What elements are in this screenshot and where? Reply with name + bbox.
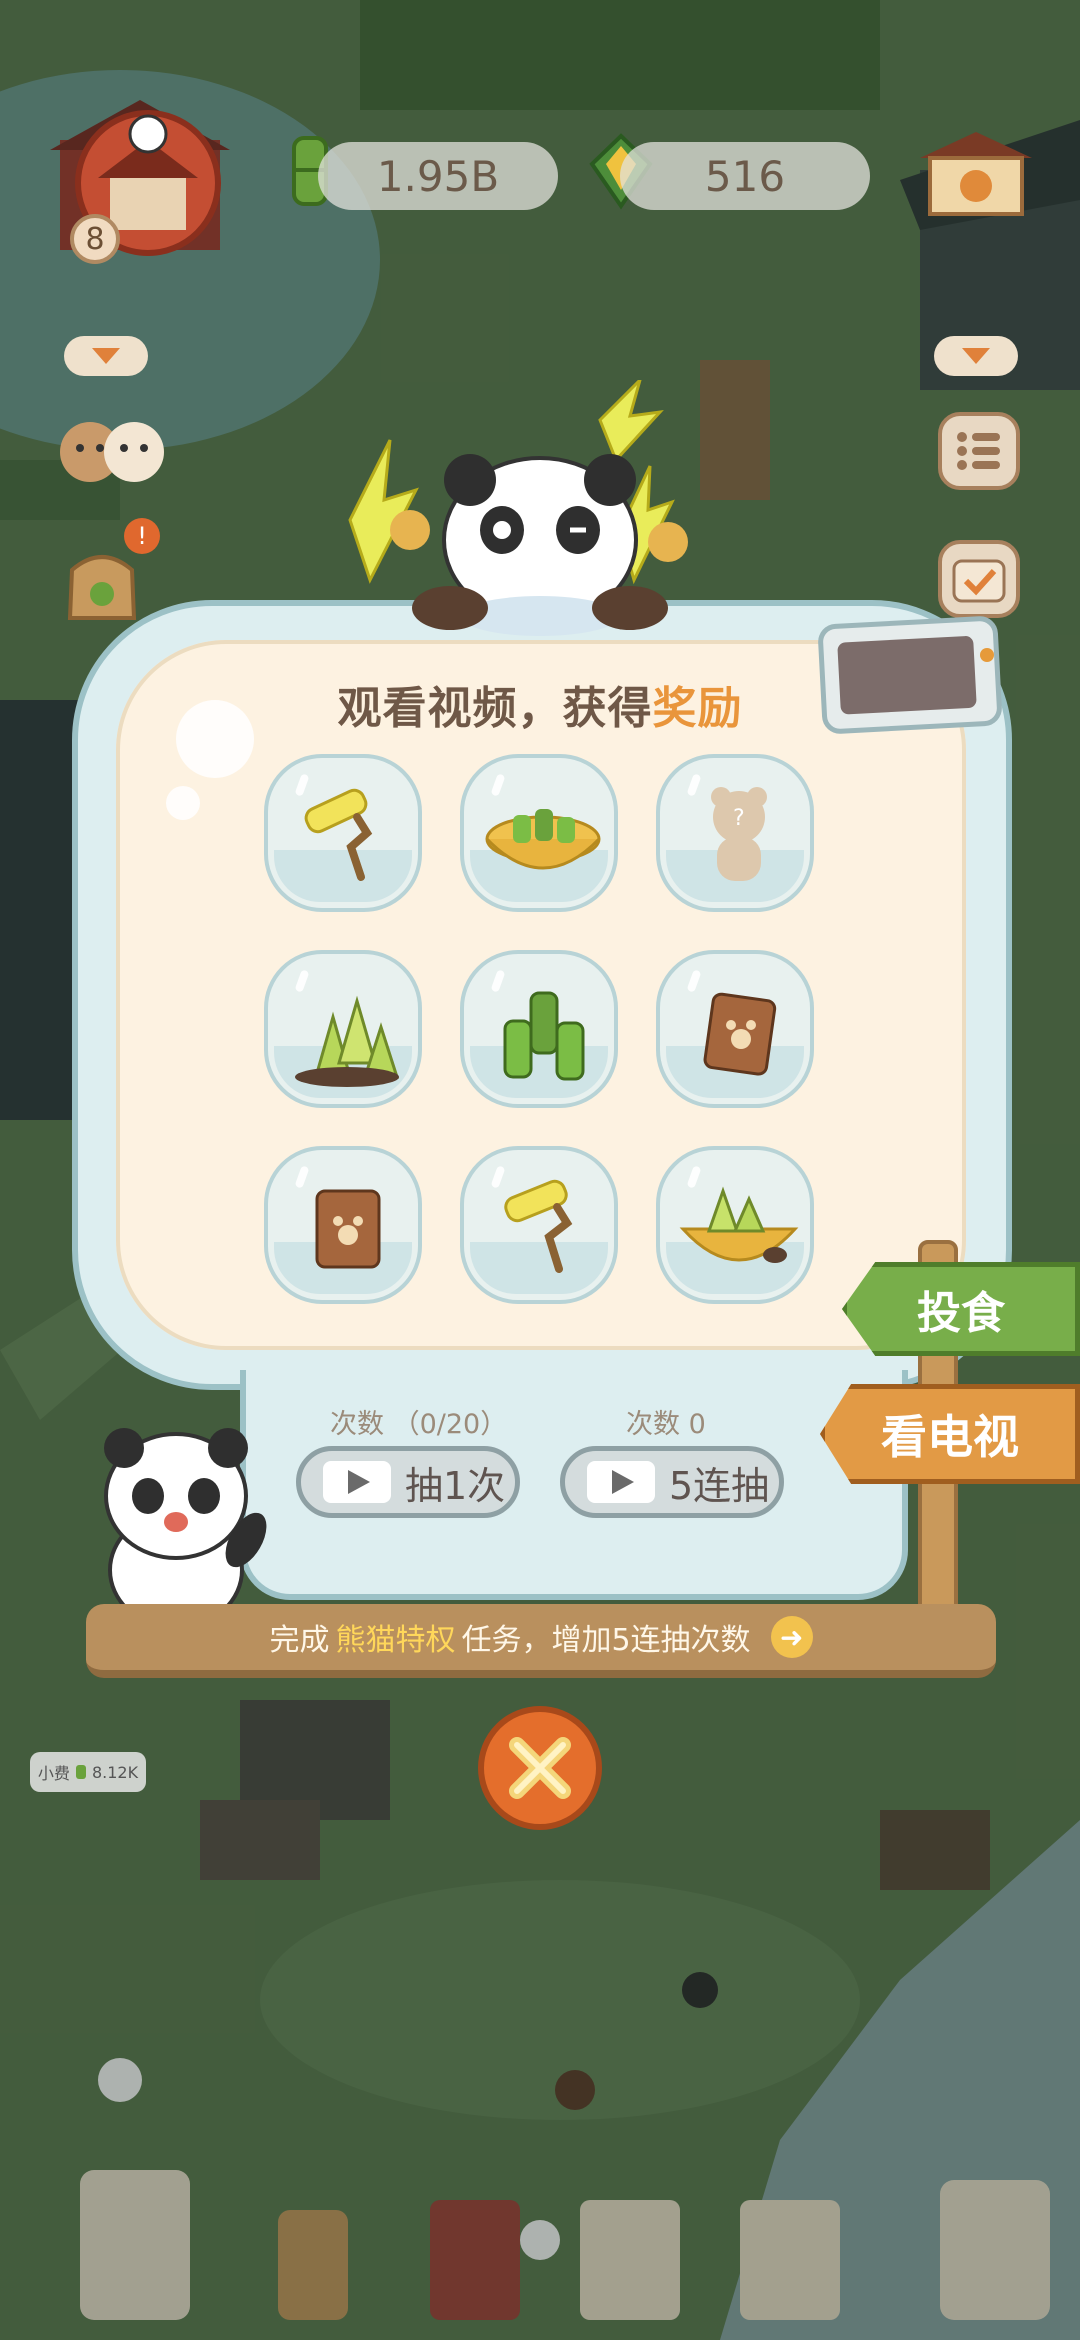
close-icon xyxy=(509,1737,571,1799)
waving-panda xyxy=(96,1410,276,1632)
chevron-down-icon xyxy=(962,348,990,364)
collapse-right-button[interactable] xyxy=(934,336,1018,376)
reward-slot-7 xyxy=(264,1146,422,1304)
alert-badge: ! xyxy=(124,518,160,554)
panel-glare-small xyxy=(166,786,200,820)
draw-once-label: 抽1次 xyxy=(405,1463,506,1508)
bamboo-logs-icon xyxy=(503,991,585,1081)
seed-bag-icon[interactable] xyxy=(62,540,142,624)
feed-sign-button[interactable]: 投食 xyxy=(842,1262,1080,1356)
bear-friends-icon[interactable] xyxy=(56,412,166,488)
menu-book-icon xyxy=(315,1189,381,1269)
banner-prefix: 完成 xyxy=(269,1623,330,1658)
list-icon xyxy=(957,432,1000,470)
video-play-icon xyxy=(323,1461,391,1503)
mystery-bear-icon: ? xyxy=(711,787,767,881)
bamboo-shoots-icon xyxy=(295,995,400,1087)
calendar-check-icon xyxy=(952,559,1006,603)
draw-five-label: 5连抽 xyxy=(669,1463,770,1508)
tip-text: 小费 xyxy=(37,1764,70,1783)
panel-title-highlight: 奖励 xyxy=(652,683,743,734)
reward-slot-6 xyxy=(656,950,814,1108)
panel-title-text: 观看视频，获得 xyxy=(337,683,653,734)
multi-draw-count: 次数 0 xyxy=(626,1409,706,1440)
reward-slot-2 xyxy=(460,754,618,912)
arrow-right-icon: ➜ xyxy=(770,1616,813,1658)
video-play-icon xyxy=(587,1461,655,1503)
reward-slot-8 xyxy=(460,1146,618,1304)
svg-text:?: ? xyxy=(733,806,745,831)
reward-slot-9 xyxy=(656,1146,814,1304)
watch-tv-sign-button[interactable]: 看电视 xyxy=(820,1384,1080,1484)
panda-privilege-banner[interactable]: 完成 熊猫特权 任务，增加5连抽次数 ➜ xyxy=(86,1604,996,1678)
single-draw-count: 次数 （0/20） xyxy=(330,1409,508,1440)
bamboo-small-icon xyxy=(75,1765,86,1779)
tv-power-dot xyxy=(980,648,994,662)
tip-label[interactable]: 小费 8.12K xyxy=(30,1752,146,1792)
draw-five-button[interactable]: 5连抽 xyxy=(560,1446,784,1518)
gem-counter: 516 xyxy=(620,142,870,210)
tip-value: 8.12K xyxy=(91,1762,139,1782)
shop-building-button[interactable] xyxy=(916,128,1036,218)
shoots-bowl-icon xyxy=(679,1186,799,1263)
task-list-button[interactable] xyxy=(938,412,1020,490)
panda-mascot xyxy=(330,374,730,640)
banner-suffix: 任务，增加5连抽次数 xyxy=(461,1623,751,1658)
reward-slot-3: ? xyxy=(656,754,814,912)
reward-slot-4 xyxy=(264,950,422,1108)
close-button[interactable] xyxy=(478,1706,602,1830)
menu-book-icon xyxy=(703,992,777,1076)
checkin-calendar-button[interactable] xyxy=(938,540,1020,618)
draw-once-button[interactable]: 抽1次 xyxy=(296,1446,520,1518)
paint-roller-icon xyxy=(504,1179,573,1273)
reward-slot-5 xyxy=(460,950,618,1108)
banner-highlight: 熊猫特权 xyxy=(335,1623,456,1658)
collapse-left-button[interactable] xyxy=(64,336,148,376)
bamboo-counter: 1.95B xyxy=(318,142,558,210)
reward-slot-1 xyxy=(264,754,422,912)
bamboo-bowl-icon xyxy=(485,809,601,870)
level-badge: 8 xyxy=(70,214,120,264)
paint-roller-icon xyxy=(304,788,373,881)
chevron-down-icon xyxy=(92,348,120,364)
panel-title: 观看视频，获得奖励 xyxy=(0,672,1080,736)
